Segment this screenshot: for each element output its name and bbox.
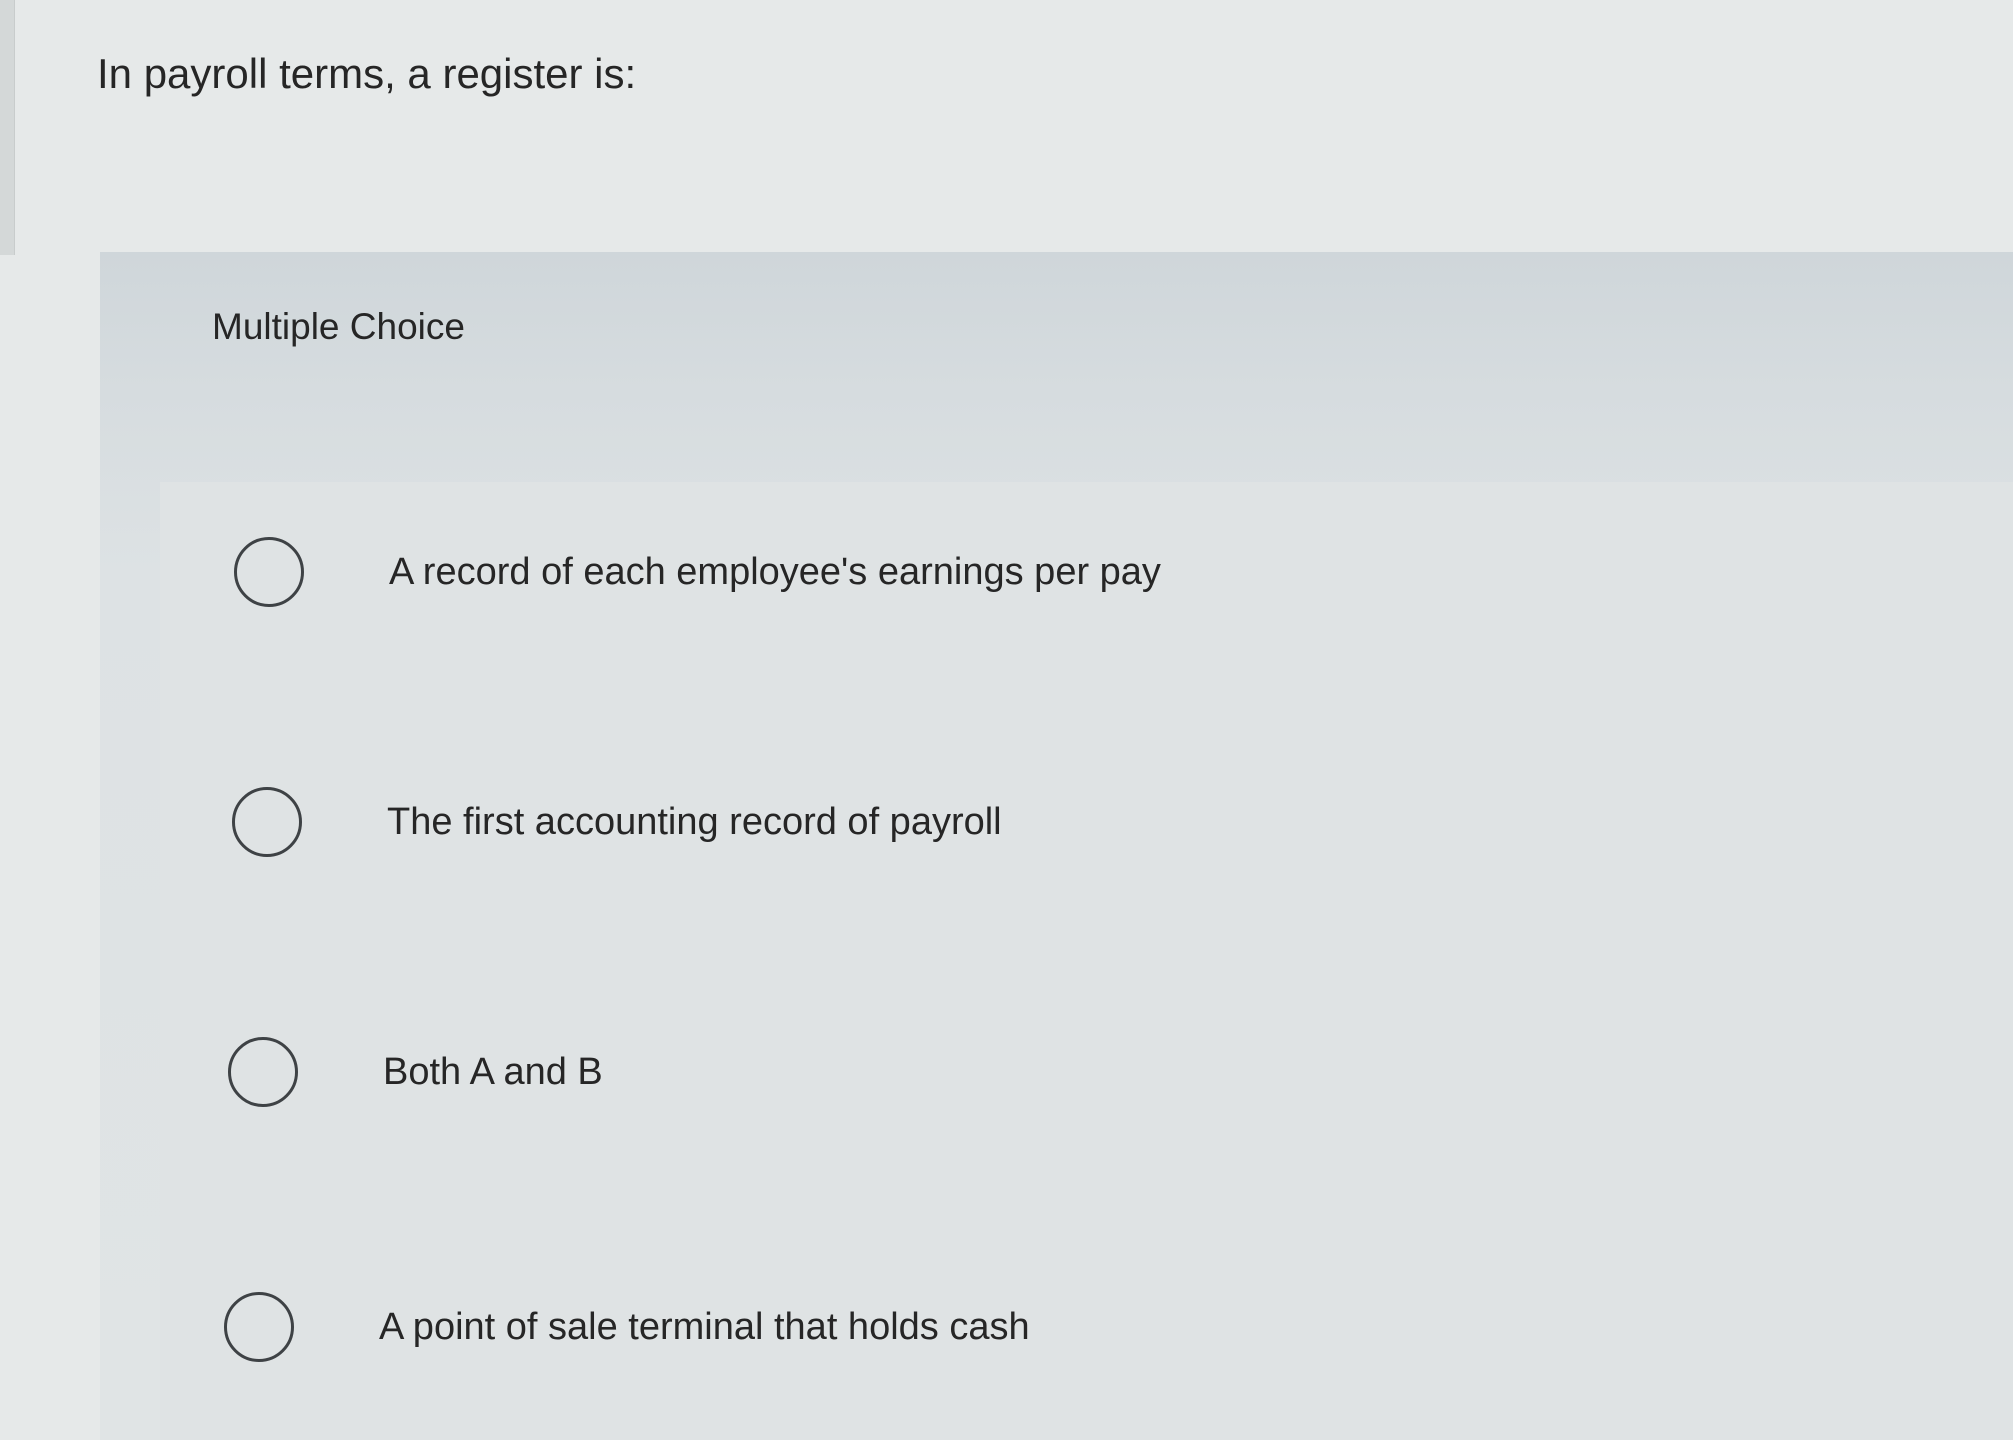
option-d[interactable]: A point of sale terminal that holds cash xyxy=(224,1287,1030,1367)
multiple-choice-panel: Multiple Choice A record of each employe… xyxy=(100,252,2013,1440)
radio-button-icon[interactable] xyxy=(228,1037,298,1107)
radio-button-icon[interactable] xyxy=(232,787,302,857)
option-c[interactable]: Both A and B xyxy=(228,1032,603,1112)
option-a-label[interactable]: A record of each employee's earnings per… xyxy=(389,547,1161,597)
option-d-label[interactable]: A point of sale terminal that holds cash xyxy=(379,1302,1030,1352)
options-list: A record of each employee's earnings per… xyxy=(160,482,2013,1440)
radio-button-icon[interactable] xyxy=(234,537,304,607)
option-b[interactable]: The first accounting record of payroll xyxy=(232,782,1002,862)
option-b-label[interactable]: The first accounting record of payroll xyxy=(387,797,1002,847)
option-c-label[interactable]: Both A and B xyxy=(383,1047,603,1097)
radio-button-icon[interactable] xyxy=(224,1292,294,1362)
option-a[interactable]: A record of each employee's earnings per… xyxy=(234,532,1161,612)
left-edge-divider xyxy=(0,0,15,255)
multiple-choice-header: Multiple Choice xyxy=(212,306,465,347)
question-text: In payroll terms, a register is: xyxy=(97,50,637,97)
